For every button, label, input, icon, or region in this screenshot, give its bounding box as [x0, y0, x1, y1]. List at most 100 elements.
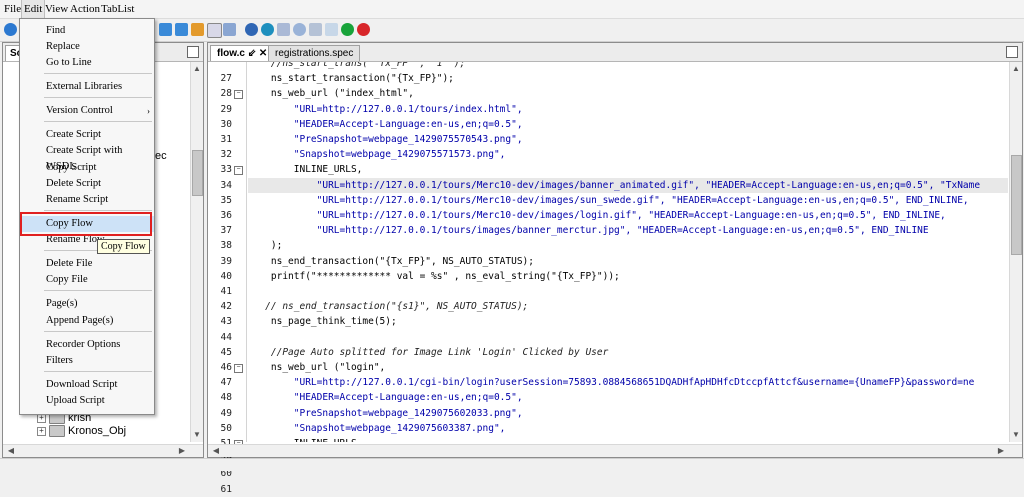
globe-icon[interactable] [293, 23, 306, 36]
code-line[interactable]: "URL=http://127.0.0.1/tours/Merc10-dev/i… [248, 193, 969, 208]
code-line[interactable]: "Snapshot=webpage_1429075571573.png", [248, 147, 506, 162]
code-line[interactable]: ns_web_url ("index_html", [248, 86, 414, 101]
menu-item-label: Find [46, 25, 66, 36]
menu-item[interactable]: Download Script [20, 377, 154, 393]
scroll-up-icon[interactable]: ▲ [192, 64, 202, 74]
menu-item[interactable]: Delete File [20, 256, 154, 272]
menu-item[interactable]: Create Script [20, 127, 154, 143]
menu-view[interactable]: View [43, 0, 70, 18]
scroll-thumb[interactable] [1011, 155, 1022, 255]
tree-item-kronos-obj[interactable]: + Kronos_Obj [37, 424, 126, 438]
scroll-up-icon[interactable]: ▲ [1011, 64, 1021, 74]
restore-icon[interactable] [1006, 46, 1018, 58]
menu-item-label: Copy File [46, 274, 88, 285]
menu-item[interactable]: Upload Script [20, 393, 154, 409]
menu-item[interactable]: Append Page(s) [20, 313, 154, 329]
move-down-icon[interactable] [159, 23, 172, 36]
code-line[interactable]: "Snapshot=webpage_1429075603387.png", [248, 421, 506, 436]
scroll-right-icon[interactable]: ▶ [177, 446, 187, 456]
menu-separator [44, 97, 152, 98]
menu-item[interactable]: Copy Script [20, 160, 154, 176]
code-area[interactable]: //ns_start_trans( "Tx_FP" , "1" ); ns_st… [248, 62, 1008, 442]
page-icon[interactable] [277, 23, 290, 36]
tree-partial-label: ec [155, 150, 167, 162]
minimize-icon[interactable] [187, 46, 199, 58]
menu-item[interactable]: Delete Script [20, 176, 154, 192]
code-line[interactable]: //ns_start_trans( "Tx_FP" , "1" ); [248, 62, 465, 71]
menu-item[interactable]: Replace [20, 39, 154, 55]
expand-icon[interactable]: + [37, 426, 46, 436]
scroll-thumb[interactable] [192, 150, 203, 196]
window-icon[interactable] [325, 23, 338, 36]
code-line[interactable]: ns_page_think_time(5); [248, 314, 397, 329]
menu-edit[interactable]: Edit [21, 0, 46, 18]
menu-item[interactable]: Go to Line [20, 55, 154, 71]
code-line[interactable]: ns_web_url ("login", [248, 360, 385, 375]
menu-item[interactable]: Rename Script [20, 192, 154, 208]
scroll-left-icon[interactable]: ◀ [6, 446, 16, 456]
code-line[interactable]: "URL=http://127.0.0.1/cgi-bin/login?user… [248, 375, 975, 390]
find-replace-icon[interactable] [223, 23, 236, 36]
settings-icon[interactable] [245, 23, 258, 36]
code-line[interactable]: //Page Auto splitted for Image Link 'Log… [248, 345, 608, 360]
menu-separator [44, 331, 152, 332]
menu-item[interactable]: Version Control › [20, 103, 154, 119]
code-line[interactable]: INLINE_URLS, [248, 162, 363, 177]
menu-item[interactable]: Copy File [20, 272, 154, 288]
scroll-down-icon[interactable]: ▼ [1011, 430, 1021, 440]
menu-item[interactable]: Find [20, 23, 154, 39]
line-number: 47 [220, 377, 232, 388]
tab-registrations-spec[interactable]: registrations.spec [268, 45, 361, 61]
fold-toggle-icon[interactable]: − [234, 364, 243, 373]
pin-close-icon[interactable]: ⇙ ✕ [248, 48, 268, 59]
menu-file[interactable]: File [2, 0, 23, 18]
scroll-down-icon[interactable]: ▼ [192, 430, 202, 440]
left-vertical-scrollbar[interactable]: ▲ ▼ [190, 62, 203, 442]
code-line[interactable]: "HEADER=Accept-Language:en-us,en;q=0.5", [248, 117, 523, 132]
code-line[interactable]: INLINE_URLS, [248, 436, 363, 442]
scroll-left-icon[interactable]: ◀ [211, 446, 221, 456]
code-line[interactable]: ns_end_transaction("{Tx_FP}", NS_AUTO_ST… [248, 254, 534, 269]
line-number: 37 [220, 225, 232, 236]
line-number: 40 [220, 271, 232, 282]
code-line[interactable]: "URL=http://127.0.0.1/tours/Merc10-dev/i… [248, 208, 946, 223]
run-icon[interactable] [4, 23, 17, 36]
code-line[interactable]: "URL=http://127.0.0.1/tours/index.html", [248, 102, 523, 117]
fold-toggle-icon[interactable]: − [234, 90, 243, 99]
menu-action[interactable]: Action [68, 0, 102, 18]
menu-item[interactable]: Filters [20, 353, 154, 369]
refresh-icon[interactable] [261, 23, 274, 36]
code-line[interactable]: ); [248, 238, 282, 253]
menu-tablist[interactable]: TabList [99, 0, 136, 18]
monitor-icon[interactable] [309, 23, 322, 36]
editor-vertical-scrollbar[interactable]: ▲ ▼ [1009, 62, 1022, 442]
code-line[interactable]: ns_start_transaction("{Tx_FP}"); [248, 71, 454, 86]
menu-item[interactable]: Recorder Options [20, 337, 154, 353]
menu-item-label: Replace [46, 41, 80, 52]
code-line[interactable]: "PreSnapshot=webpage_1429075570543.png", [248, 132, 523, 147]
line-number-gutter: 27 28−29 30 31 32 33−34 35 36 37 38 39 40 41 42 43 44 45… [208, 62, 247, 495]
move-up-icon[interactable] [175, 23, 188, 36]
menu-item[interactable]: External Libraries [20, 79, 154, 95]
menu-item[interactable]: Create Script with WSDL [20, 143, 154, 172]
scroll-right-icon[interactable]: ▶ [996, 446, 1006, 456]
code-line[interactable]: "URL=http://127.0.0.1/tours/images/banne… [248, 223, 929, 238]
fold-toggle-icon[interactable]: − [234, 166, 243, 175]
line-number: 42 [220, 301, 232, 312]
code-line[interactable]: "HEADER=Accept-Language:en-us,en;q=0.5", [248, 390, 523, 405]
left-horizontal-scrollbar[interactable]: ◀ ▶ [3, 444, 203, 457]
code-line[interactable]: "PreSnapshot=webpage_1429075602033.png", [248, 406, 523, 421]
code-line[interactable]: "URL=http://127.0.0.1/tours/Merc10-dev/i… [248, 178, 1008, 193]
line-number [210, 56, 232, 71]
code-line[interactable]: printf("************* val = %s" , ns_eva… [248, 269, 620, 284]
menu-item-label: Page(s) [46, 298, 78, 309]
code-line[interactable]: // ns_end_transaction("{s1}", NS_AUTO_ST… [248, 299, 528, 314]
menu-item-label: Delete Script [46, 178, 102, 189]
tools-icon[interactable] [191, 23, 204, 36]
search-icon[interactable] [207, 23, 222, 38]
start-icon[interactable] [341, 23, 354, 36]
line-number: 29 [220, 104, 232, 115]
stop-icon[interactable] [357, 23, 370, 36]
menu-item[interactable]: Page(s) [20, 296, 154, 312]
editor-horizontal-scrollbar[interactable]: ◀ ▶ [208, 444, 1022, 457]
